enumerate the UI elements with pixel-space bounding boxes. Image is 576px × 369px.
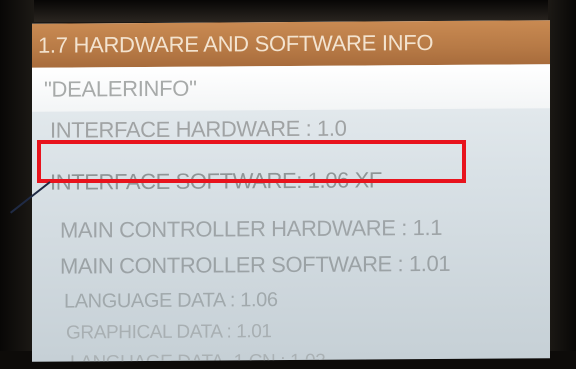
graphical-data-row: GRAPHICAL DATA : 1.01 [66,321,272,344]
language-data-row: LANGUAGE DATA : 1.06 [64,289,278,313]
device-bezel-left [0,0,34,369]
device-screen: 1.7 HARDWARE AND SOFTWARE INFO "DEALERIN… [32,20,550,362]
device-bezel-right [548,0,576,369]
photo-background-top [0,0,576,22]
dealer-info-label: "DEALERINFO" [44,75,197,102]
main-controller-hardware-row: MAIN CONTROLLER HARDWARE : 1.1 [60,214,443,243]
screen-title: 1.7 HARDWARE AND SOFTWARE INFO [38,30,434,58]
screen-title-bar: 1.7 HARDWARE AND SOFTWARE INFO [32,20,550,68]
main-controller-software-row: MAIN CONTROLLER SOFTWARE : 1.01 [60,250,451,279]
highlight-annotation-box [37,140,466,183]
dealer-info-row[interactable]: "DEALERINFO" [32,64,550,112]
